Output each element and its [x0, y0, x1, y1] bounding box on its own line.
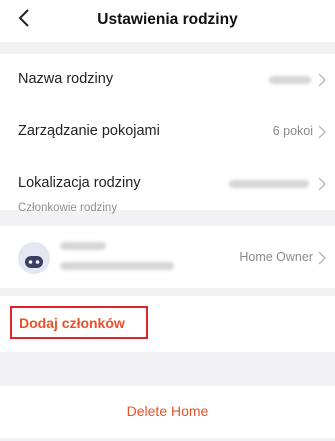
delete-home-button[interactable]: Delete Home: [127, 403, 209, 419]
room-management-label: Zarządzanie pokojami: [18, 123, 160, 139]
member-role: Home Owner: [239, 250, 313, 264]
add-members-row: Dodaj członków: [0, 296, 335, 352]
family-location-label: Lokalizacja rodziny: [18, 175, 141, 191]
chevron-right-icon: [318, 177, 327, 191]
member-name-redacted: [60, 242, 106, 250]
members-section-title: Członkowie rodziny: [18, 202, 118, 214]
member-row[interactable]: Home Owner: [0, 226, 335, 288]
chevron-right-icon: [318, 73, 327, 87]
family-name-value-redacted: [269, 76, 311, 84]
avatar: [18, 242, 50, 274]
family-location-value-redacted: [229, 180, 309, 188]
default-avatar-icon: [18, 242, 50, 274]
room-count: 6 pokoi: [272, 124, 313, 138]
add-members-button[interactable]: Dodaj członków: [10, 306, 148, 339]
family-name-label: Nazwa rodziny: [18, 71, 114, 87]
chevron-right-icon: [318, 125, 327, 139]
member-account-redacted: [60, 262, 174, 270]
room-management-row[interactable]: Zarządzanie pokojami 6 pokoi: [0, 106, 335, 158]
page-title: Ustawienia rodziny: [97, 11, 238, 28]
delete-home-row[interactable]: Delete Home: [0, 386, 335, 438]
top-bar: Ustawienia rodziny: [0, 0, 335, 42]
family-name-row[interactable]: Nazwa rodziny: [0, 54, 335, 106]
chevron-right-icon: [318, 251, 327, 265]
